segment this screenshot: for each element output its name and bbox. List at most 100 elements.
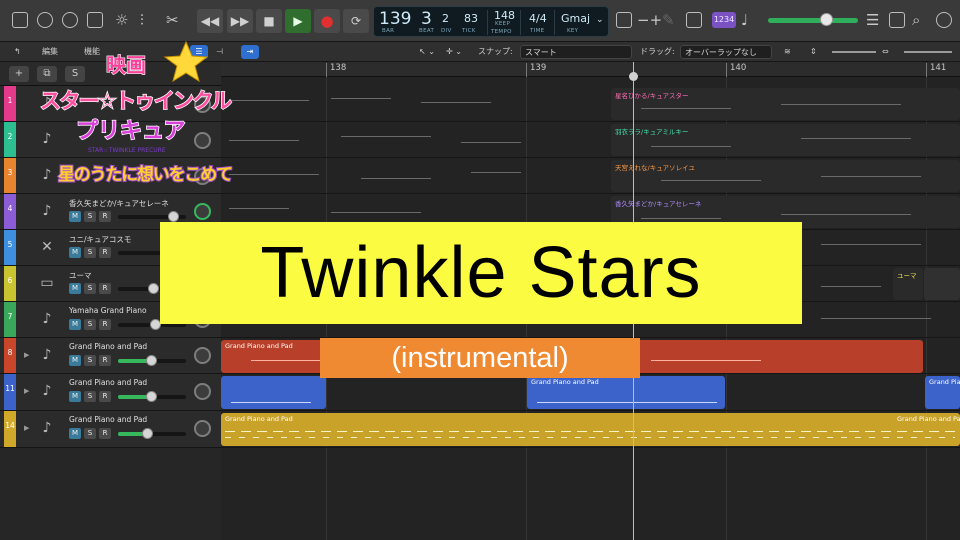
solo-button[interactable]: S xyxy=(84,355,96,366)
solo-button[interactable]: S xyxy=(84,319,96,330)
midi-region[interactable]: Grand Piano and Pad Grand Piano and Pad xyxy=(221,413,960,446)
solo-icon[interactable] xyxy=(686,12,702,28)
fast-forward-button[interactable]: ▶▶ xyxy=(227,9,253,33)
midi-region[interactable]: 羽衣ララ/キュアミルキー xyxy=(611,124,960,156)
record-enable-button[interactable]: R xyxy=(99,428,111,439)
region-label: Grand Piano and Pad xyxy=(531,378,599,386)
cycle-button[interactable]: ⟳ xyxy=(343,9,369,33)
pointer-tool-icon[interactable]: ↖ ⌄ xyxy=(419,47,435,57)
volume-fader[interactable] xyxy=(118,355,186,366)
smiley-icon[interactable] xyxy=(936,12,952,28)
waveform-zoom-icon[interactable]: ≋ xyxy=(784,47,791,57)
record-enable-button[interactable]: R xyxy=(99,283,111,294)
midi-region[interactable] xyxy=(924,268,960,300)
playhead-handle[interactable] xyxy=(629,72,638,81)
midi-region[interactable]: Grand Piano and Pad xyxy=(527,376,725,409)
info-icon[interactable] xyxy=(37,12,53,28)
title-banner: Twinkle Stars xyxy=(160,222,802,324)
track-lane[interactable]: Grand Piano and Pad Grand Piano and Pad xyxy=(221,411,960,448)
subtitle-banner: (instrumental) xyxy=(320,338,640,378)
record-enable-button[interactable]: R xyxy=(99,319,111,330)
mute-button[interactable]: M xyxy=(69,391,81,402)
svg-text:スター☆トゥインクル: スター☆トゥインクル xyxy=(40,89,232,113)
disclosure-triangle-icon[interactable]: ▶ xyxy=(24,424,29,432)
solo-button[interactable]: S xyxy=(84,283,96,294)
download-icon[interactable] xyxy=(87,12,103,28)
track-name: ユニ/キュアコスモ xyxy=(69,235,132,244)
pan-knob[interactable] xyxy=(194,347,211,364)
midi-region[interactable]: Grand Piano and Pad xyxy=(925,376,960,409)
catch-icon[interactable]: ↰ xyxy=(14,47,21,57)
track-header[interactable]: 11 ▶ ♪ Grand Piano and Pad M S R xyxy=(0,374,221,411)
track-lane[interactable]: 星名ひかる/キュアスター xyxy=(221,86,960,122)
track-lane[interactable]: Grand Piano and Pad Grand Piano and Pad xyxy=(221,374,960,411)
count-in-button[interactable]: 1234 xyxy=(712,12,736,28)
track-number: 3 xyxy=(4,158,16,193)
solo-button[interactable]: S xyxy=(84,428,96,439)
list-icon[interactable]: ☰ xyxy=(866,10,879,30)
mute-button[interactable]: M xyxy=(69,211,81,222)
mute-button[interactable]: M xyxy=(69,319,81,330)
volume-fader[interactable] xyxy=(118,391,186,402)
horizontal-zoom-slider[interactable] xyxy=(904,51,952,53)
add-track-button[interactable]: + xyxy=(9,66,29,82)
track-header[interactable]: 8 ▶ ♪ Grand Piano and Pad M S R xyxy=(0,338,221,374)
track-name: Grand Piano and Pad xyxy=(69,342,148,351)
record-enable-button[interactable]: R xyxy=(99,247,111,258)
scissors-icon[interactable]: ✂ xyxy=(166,10,179,30)
master-volume-knob[interactable] xyxy=(820,13,833,26)
record-button[interactable]: ● xyxy=(314,9,340,33)
track-header[interactable]: 14 ▶ ♪ Grand Piano and Pad M S R xyxy=(0,411,221,448)
mixer-icon[interactable]: ⫶ xyxy=(140,10,144,30)
disclosure-triangle-icon[interactable]: ▶ xyxy=(24,351,29,359)
volume-fader[interactable] xyxy=(118,211,186,222)
drag-select[interactable]: オーバーラップなし xyxy=(680,45,772,59)
pan-knob[interactable] xyxy=(194,383,211,400)
chevron-down-icon[interactable]: ⌄ xyxy=(596,15,604,25)
inbox-icon[interactable] xyxy=(12,12,28,28)
record-enable-button[interactable]: R xyxy=(99,391,111,402)
metronome-icon[interactable]: ♩ xyxy=(741,10,748,30)
master-volume-slider[interactable] xyxy=(768,18,858,23)
track-lane[interactable]: 羽衣ララ/キュアミルキー xyxy=(221,122,960,158)
snap-select[interactable]: スマート xyxy=(520,45,632,59)
midi-region[interactable]: ユーマ xyxy=(893,268,923,300)
mute-button[interactable]: M xyxy=(69,247,81,258)
vertical-zoom-slider[interactable] xyxy=(832,51,876,53)
region-label: Grand Piano and Pad xyxy=(897,415,960,423)
track-number: 2 xyxy=(4,122,16,157)
snap-to-playhead-button[interactable]: ⇥ xyxy=(241,45,259,59)
stop-button[interactable]: ■ xyxy=(256,9,282,33)
rewind-button[interactable]: ◀◀ xyxy=(197,9,223,33)
browser-icon[interactable]: ⌕ xyxy=(912,10,920,30)
volume-fader[interactable] xyxy=(118,428,186,439)
solo-button[interactable]: S xyxy=(84,211,96,222)
record-enable-button[interactable]: R xyxy=(99,211,111,222)
mute-button[interactable]: M xyxy=(69,428,81,439)
mute-button[interactable]: M xyxy=(69,283,81,294)
track-lane[interactable]: 天宮えれな/キュアソレイユ xyxy=(221,158,960,194)
play-button[interactable]: ▶ xyxy=(285,9,311,33)
solo-button[interactable]: S xyxy=(84,391,96,402)
note-icon[interactable] xyxy=(889,12,905,28)
replace-icon[interactable] xyxy=(616,12,632,28)
brightness-icon[interactable]: ☼ xyxy=(115,10,128,30)
timeline-ruler[interactable]: 138 139 140 141 xyxy=(221,62,960,77)
secondary-tool-icon[interactable]: ✛ ⌄ xyxy=(446,47,462,57)
record-enable-button[interactable]: R xyxy=(99,355,111,366)
track-number: 8 xyxy=(4,338,16,373)
pan-knob[interactable] xyxy=(194,420,211,437)
help-icon[interactable] xyxy=(62,12,78,28)
pan-knob[interactable] xyxy=(194,203,211,220)
mute-button[interactable]: M xyxy=(69,355,81,366)
horizontal-zoom-icon[interactable]: ⇔ xyxy=(882,47,889,57)
lcd-key: Gmaj xyxy=(561,12,591,25)
lcd-display[interactable]: 139 3 2 83 BAR BEAT DIV TICK 148 KEEP TE… xyxy=(373,6,609,37)
tuner-icon[interactable]: −+ xyxy=(637,10,662,30)
vertical-zoom-icon[interactable]: ⇕ xyxy=(810,47,817,57)
track-number: 14 xyxy=(4,411,16,447)
solo-button[interactable]: S xyxy=(84,247,96,258)
disclosure-triangle-icon[interactable]: ▶ xyxy=(24,387,29,395)
pencil-icon[interactable]: ✎ xyxy=(662,10,675,30)
midi-region[interactable] xyxy=(221,376,326,409)
